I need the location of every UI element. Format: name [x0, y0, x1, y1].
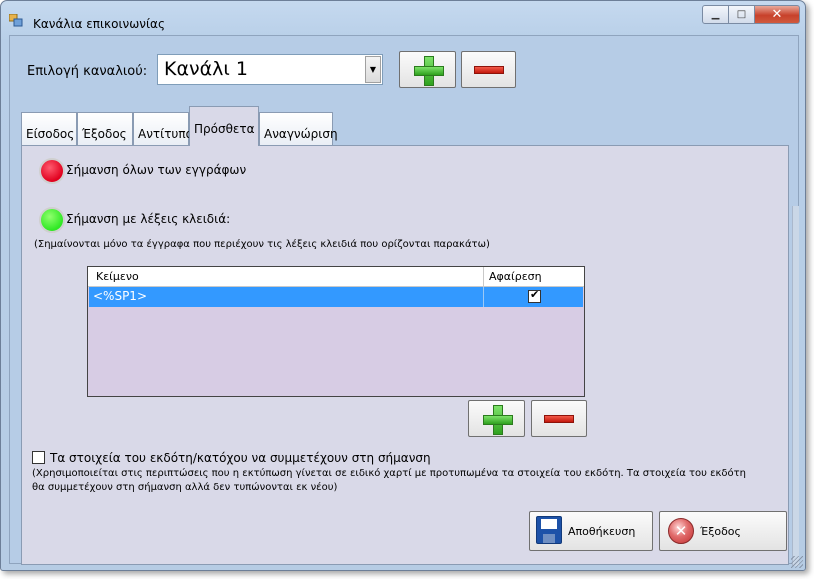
tab-page-extras: Σήμανση όλων των εγγράφων Σήμανση με λέξ… [21, 145, 789, 565]
close-circle-icon: ✕ [668, 518, 694, 544]
publisher-checkbox[interactable] [32, 451, 45, 464]
exit-button-label: Έξοδος [700, 525, 741, 538]
red-dot-icon[interactable] [39, 158, 65, 184]
app-icon [9, 14, 23, 27]
minimize-icon: ▁ [711, 9, 720, 20]
remove-checkbox[interactable] [528, 288, 541, 303]
channel-label: Επιλογή καναλιού: [27, 64, 148, 79]
tab-input[interactable]: Είσοδος [21, 112, 77, 145]
table-row[interactable]: <%SP1> [89, 287, 583, 307]
mark-keywords-label[interactable]: Σήμανση με λέξεις κλειδιά: [66, 212, 230, 226]
tab-output[interactable]: Έξοδος [77, 112, 133, 145]
minimize-button[interactable]: ▁ [702, 5, 729, 24]
add-channel-button[interactable] [399, 51, 456, 88]
keywords-note: (Σημαίνονται μόνο τα έγγραφα που περιέχο… [34, 239, 490, 250]
row-remove-cell[interactable] [483, 287, 583, 307]
minus-icon [544, 414, 574, 423]
minus-icon [473, 65, 504, 74]
remove-keyword-button[interactable] [531, 400, 587, 437]
right-edge-strip [792, 206, 799, 566]
dialog-window: Κανάλια επικοινωνίας ▁ □ ✕ Επιλογή καναλ… [0, 0, 806, 571]
remove-channel-button[interactable] [461, 51, 516, 88]
close-icon: ✕ [771, 7, 783, 22]
maximize-icon: □ [736, 9, 747, 20]
caption-buttons: ▁ □ ✕ [702, 5, 800, 24]
add-keyword-button[interactable] [468, 400, 525, 437]
title-bar[interactable]: Κανάλια επικοινωνίας ▁ □ ✕ [1, 1, 805, 35]
mark-all-label[interactable]: Σήμανση όλων των εγγράφων [66, 163, 246, 177]
column-header-text[interactable]: Κείμενο [96, 270, 139, 283]
close-button[interactable]: ✕ [755, 5, 800, 24]
resize-grip[interactable] [791, 556, 803, 568]
window-title: Κανάλια επικοινωνίας [33, 17, 165, 31]
tab-copies[interactable]: Αντίτυπα [133, 112, 194, 145]
plus-icon [413, 55, 444, 86]
chevron-down-icon[interactable]: ▼ [365, 56, 381, 83]
exit-button[interactable]: ✕ Έξοδος [659, 511, 787, 551]
green-dot-icon[interactable] [39, 207, 65, 233]
grid-header: Κείμενο Αφαίρεση [88, 267, 584, 287]
tab-control: Είσοδος Έξοδος Αντίτυπα Πρόσθετα Αναγνώρ… [21, 100, 789, 565]
plus-icon [482, 404, 513, 435]
tab-extras[interactable]: Πρόσθετα [189, 106, 259, 146]
publisher-note-line1: (Χρησιμοποιείται στις περιπτώσεις που η … [32, 468, 746, 479]
client-area: Επιλογή καναλιού: Κανάλι 1 ▼ Είσοδος Έξο… [9, 35, 799, 566]
keywords-grid[interactable]: Κείμενο Αφαίρεση <%SP1> [87, 266, 585, 397]
channel-select-value: Κανάλι 1 [164, 58, 248, 80]
publisher-note-line2: θα συμμετέχουν στη σήμανση αλλά δεν τυπώ… [32, 482, 338, 493]
publisher-checkbox-label[interactable]: Τα στοιχεία του εκδότη/κατόχου να συμμετ… [50, 451, 431, 465]
row-text-cell[interactable]: <%SP1> [93, 289, 147, 303]
save-button[interactable]: Αποθήκευση [529, 511, 653, 551]
tab-recognition[interactable]: Αναγνώριση [259, 112, 338, 145]
maximize-button[interactable]: □ [729, 5, 755, 24]
save-button-label: Αποθήκευση [568, 525, 636, 538]
channel-select[interactable]: Κανάλι 1 ▼ [157, 54, 383, 85]
floppy-disk-icon [536, 516, 562, 544]
column-header-remove[interactable]: Αφαίρεση [483, 267, 584, 286]
